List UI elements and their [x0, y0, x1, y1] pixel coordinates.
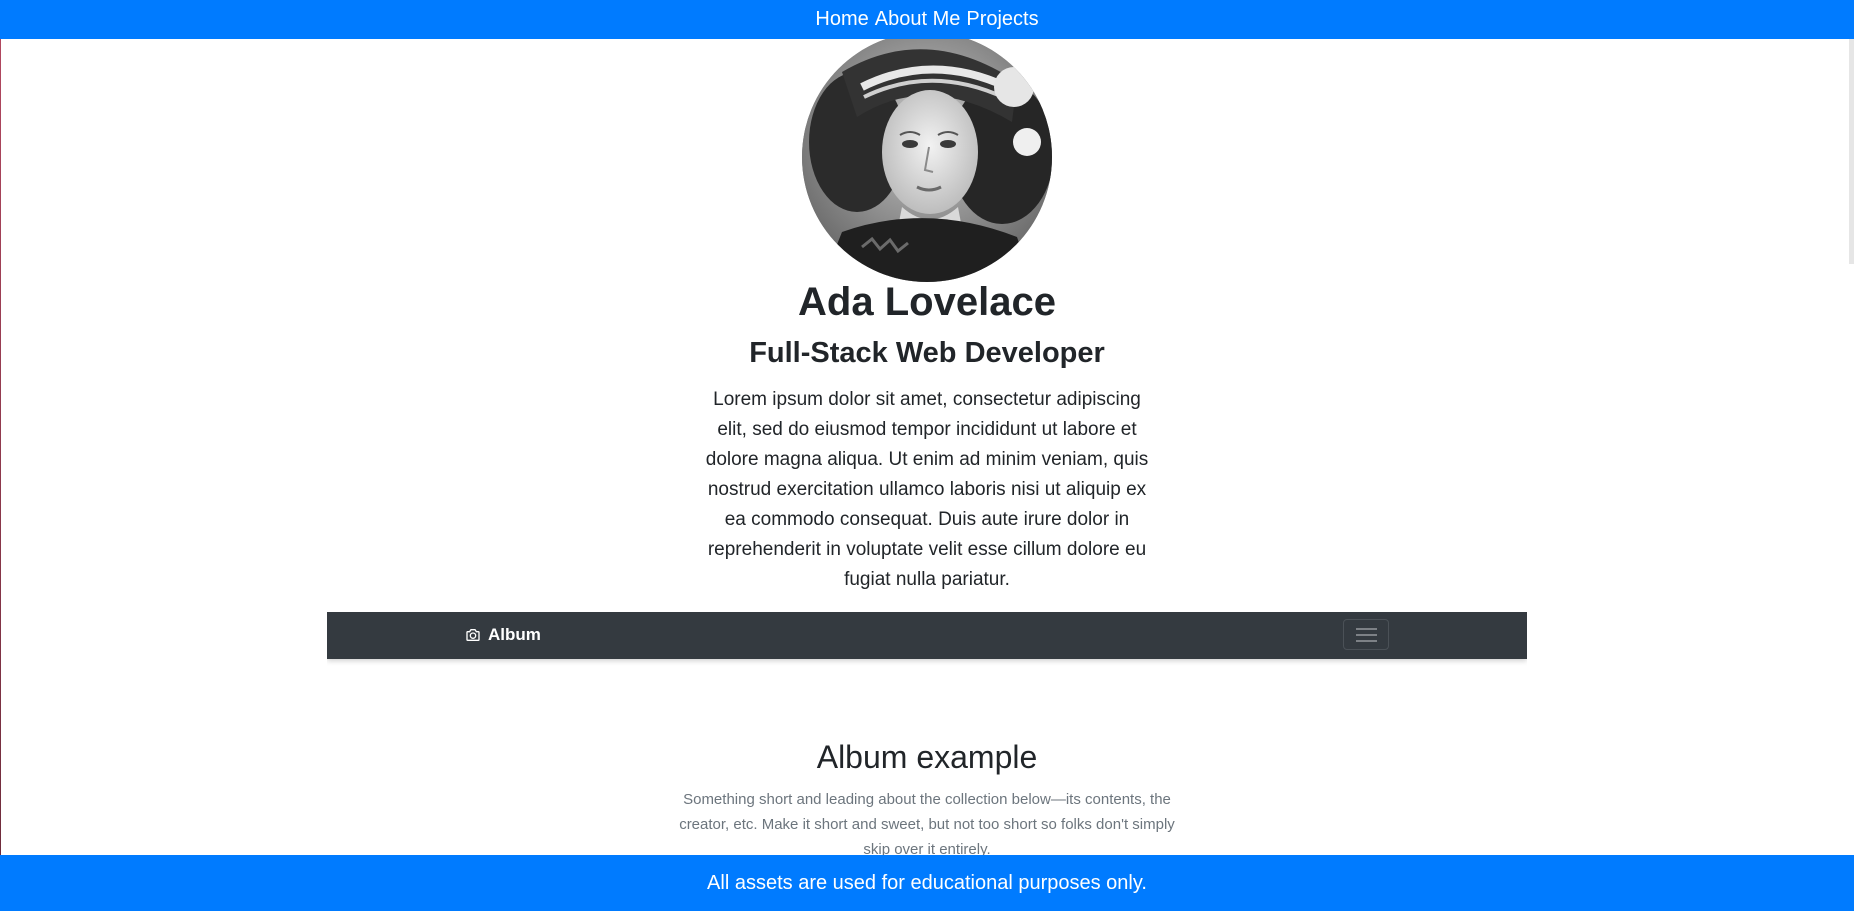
portrait-photo-icon	[802, 32, 1052, 282]
hamburger-icon-line	[1356, 634, 1377, 636]
avatar	[802, 32, 1052, 282]
hamburger-icon	[1356, 628, 1377, 630]
navbar-toggler-button[interactable]	[1343, 619, 1389, 650]
scrollbar-thumb[interactable]	[1849, 39, 1854, 264]
album-brand-label: Album	[488, 625, 541, 644]
album-lead-text: Something short and leading about the co…	[679, 791, 1175, 855]
nav-link-projects[interactable]: Projects	[966, 0, 1038, 39]
footer-text: All assets are used for educational purp…	[707, 871, 1147, 894]
album-title: Album example	[816, 739, 1038, 775]
profile-name: Ada Lovelace	[798, 280, 1056, 324]
profile-bio: Lorem ipsum dolor sit amet, consectetur …	[705, 389, 1149, 590]
nav-link-home[interactable]: Home	[815, 0, 868, 39]
window-edge	[0, 39, 1, 855]
album-preview: Album Album example Something short and …	[327, 612, 1527, 855]
hamburger-icon-line	[1356, 640, 1377, 642]
footer: All assets are used for educational purp…	[0, 855, 1854, 911]
album-brand-link[interactable]: Album	[464, 625, 541, 645]
profile-role: Full-Stack Web Developer	[749, 337, 1105, 369]
page: Home About Me Projects Ada Lovelace Full…	[0, 0, 1854, 911]
top-nav: Home About Me Projects	[0, 0, 1854, 39]
nav-link-about-me[interactable]: About Me	[875, 0, 961, 39]
album-navbar: Album	[327, 612, 1527, 659]
camera-icon	[466, 629, 480, 641]
